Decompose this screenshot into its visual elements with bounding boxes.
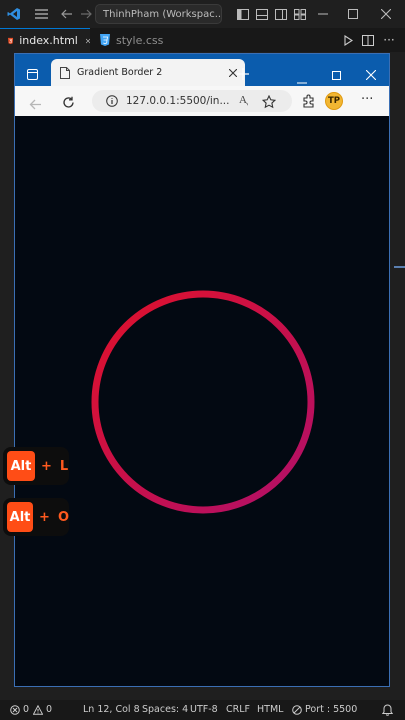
new-tab-icon[interactable] (237, 65, 249, 84)
live-server-port[interactable]: Port : 5500 (292, 704, 357, 715)
keycap-alt: Alt (7, 451, 35, 481)
page-icon (60, 67, 70, 79)
vscode-logo-icon (3, 3, 25, 25)
tab-style-css[interactable]: style.css (92, 28, 172, 52)
line-ending[interactable]: CRLF (226, 704, 250, 715)
browser-tab-title: Gradient Border 2 (77, 67, 163, 78)
command-center-search[interactable]: ThinhPham (Workspac... (95, 4, 222, 24)
close-tab-icon[interactable] (85, 37, 90, 45)
search-text: ThinhPham (Workspac... (103, 8, 222, 20)
browser-address-bar: 127.0.0.1:5500/in... A͉ TP ··· (15, 86, 389, 116)
menu-icon[interactable] (30, 3, 52, 25)
key-plus: + (41, 458, 52, 474)
warning-icon (33, 704, 44, 715)
browser-tab-active[interactable]: Gradient Border 2 (51, 59, 245, 86)
editor-tabs: index.html style.css ··· (0, 28, 405, 52)
key-hint-alt-l: Alt + L (3, 447, 69, 485)
browser-tabbar: Gradient Border 2 (15, 54, 389, 86)
split-editor-icon[interactable] (357, 29, 379, 51)
encoding[interactable]: UTF-8 (190, 704, 218, 715)
url-text: 127.0.0.1:5500/in... (126, 95, 230, 107)
html5-icon (8, 37, 14, 44)
run-icon[interactable] (337, 29, 359, 51)
tab-label: style.css (116, 33, 164, 47)
no-entry-icon (292, 704, 302, 715)
forward-arrow-icon[interactable] (75, 3, 97, 25)
key-hint-alt-o: Alt + O (3, 498, 69, 536)
warning-count: 0 (46, 704, 53, 715)
tab-label: index.html (19, 34, 78, 47)
port-text: Port : 5500 (305, 704, 358, 715)
language-mode[interactable]: HTML (257, 704, 283, 715)
page-viewport (15, 116, 389, 686)
tab-actions-icon[interactable] (27, 65, 38, 84)
css3-icon (100, 34, 110, 46)
notifications-bell-icon[interactable] (381, 704, 394, 719)
more-actions-icon[interactable]: ··· (378, 29, 400, 51)
maximize-icon[interactable] (342, 3, 364, 25)
scrollbar-indicator[interactable] (394, 266, 405, 268)
close-tab-icon[interactable] (229, 69, 237, 77)
back-arrow-icon[interactable] (29, 95, 42, 114)
key-letter: O (57, 509, 69, 525)
favorite-star-icon[interactable] (261, 94, 277, 113)
screen: ThinhPham (Workspac... index.html style.… (0, 0, 405, 720)
profile-avatar[interactable]: TP (325, 92, 343, 110)
customize-layout-icon[interactable] (289, 3, 311, 25)
cursor-position[interactable]: Ln 12, Col 8 (83, 704, 140, 715)
keycap-alt: Alt (7, 502, 34, 532)
maximize-icon[interactable] (332, 65, 341, 84)
key-letter: L (59, 458, 69, 474)
read-aloud-icon[interactable]: A͉ (239, 93, 247, 106)
extensions-puzzle-icon[interactable] (302, 93, 316, 112)
indentation[interactable]: Spaces: 4 (142, 704, 188, 715)
status-bar: 0 0 Ln 12, Col 8 Spaces: 4 UTF-8 CRLF HT… (0, 700, 405, 720)
tab-index-html[interactable]: index.html (0, 28, 90, 52)
error-count: 0 (23, 704, 30, 715)
browser-window: Gradient Border 2 127.0.0.1:5500/in... A… (14, 53, 390, 687)
settings-more-icon[interactable]: ··· (361, 92, 373, 107)
close-icon[interactable] (365, 65, 377, 84)
close-icon[interactable] (375, 3, 397, 25)
gradient-ring (91, 290, 315, 514)
error-icon (10, 704, 20, 715)
refresh-icon[interactable] (62, 94, 75, 113)
minimize-icon[interactable] (312, 3, 334, 25)
problems-status[interactable]: 0 0 (10, 704, 52, 715)
key-plus: + (39, 509, 50, 525)
vscode-titlebar: ThinhPham (Workspac... (0, 0, 405, 28)
info-icon (106, 95, 118, 107)
